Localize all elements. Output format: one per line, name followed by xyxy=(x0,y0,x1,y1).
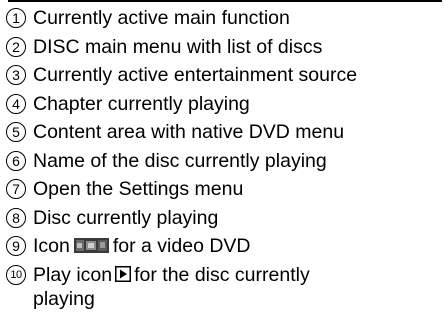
legend-item: 3 Currently active entertainment source xyxy=(6,63,444,92)
legend-text: Name of the disc currently playing xyxy=(33,149,327,172)
legend-text-after: for a video DVD xyxy=(112,235,251,257)
legend-text: Currently active entertainment source xyxy=(33,64,358,86)
callout-number: 3 xyxy=(6,65,26,85)
legend-item: 5 Content area with native DVD menu xyxy=(6,120,444,149)
legend-item: 2 DISC main menu with list of discs xyxy=(6,35,444,64)
legend-text: Currently active main function xyxy=(33,7,290,29)
legend-item: 8 Disc currently playing xyxy=(6,206,444,235)
callout-number: 5 xyxy=(6,122,26,142)
legend-text: DISC main menu with list of discs xyxy=(33,35,323,58)
callout-number: 9 xyxy=(6,236,26,256)
legend-item: 1 Currently active main function xyxy=(6,6,444,35)
legend-text: Chapter currently playing xyxy=(33,92,250,115)
legend-text: Icon for a video DVD xyxy=(33,234,251,258)
callout-number: 8 xyxy=(6,207,26,228)
legend-list: 1 Currently active main function 2 DISC … xyxy=(6,6,444,311)
legend-text-before: Icon xyxy=(33,235,70,257)
callout-number: 2 xyxy=(6,36,26,57)
legend-text-before: Play icon xyxy=(33,263,113,286)
legend-item: 4 Chapter currently playing xyxy=(6,92,444,121)
legend-item: 10 Play icon for the disc currently play… xyxy=(6,263,444,311)
callout-number: 6 xyxy=(6,150,26,171)
legend-text: Disc currently playing xyxy=(33,206,219,229)
callout-number: 10 xyxy=(6,264,26,285)
legend-item: 7 Open the Settings menu xyxy=(6,177,444,206)
callout-number: 7 xyxy=(6,179,26,199)
video-dvd-icon xyxy=(73,238,109,253)
top-divider xyxy=(8,0,442,2)
legend-text: Content area with native DVD menu xyxy=(33,121,345,143)
callout-number: 1 xyxy=(6,8,26,28)
play-icon xyxy=(115,265,132,282)
legend-text: Play icon for the disc currently playing xyxy=(33,263,333,311)
legend-item: 6 Name of the disc currently playing xyxy=(6,149,444,178)
legend-item: 9 Icon for a video DVD xyxy=(6,234,444,263)
legend-text: Open the Settings menu xyxy=(33,178,244,200)
callout-number: 4 xyxy=(6,93,26,114)
